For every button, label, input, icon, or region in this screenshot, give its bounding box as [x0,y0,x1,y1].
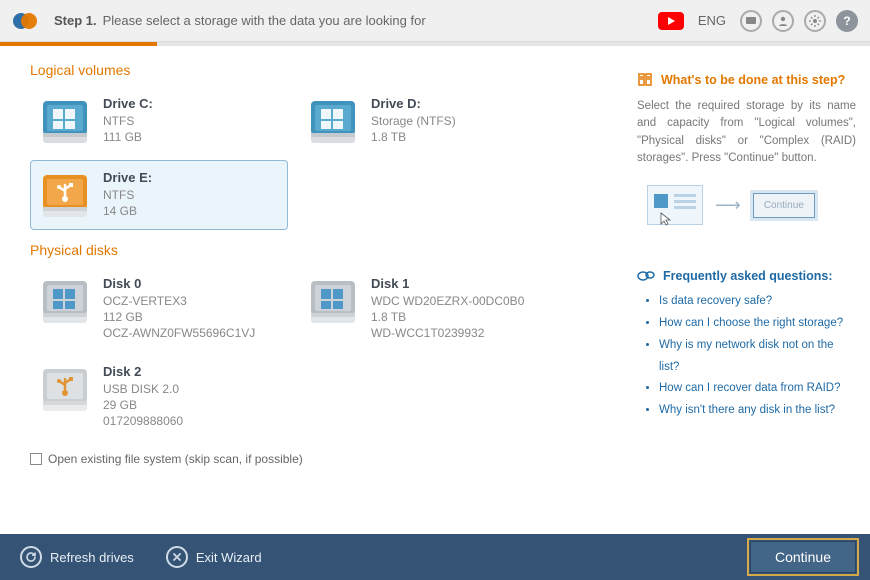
physical-disk-0[interactable]: Disk 0 OCZ-VERTEX3 112 GB OCZ-AWNZ0FW556… [30,266,288,350]
faq-link[interactable]: Why is my network disk not on the list? [659,335,856,379]
bottom-bar: Refresh drives Exit Wizard Continue [0,534,870,580]
disk-model: USB DISK 2.0 [103,381,183,397]
disk-serial: 017209888060 [103,413,183,429]
logical-volume-e[interactable]: Drive E: NTFS 14 GB [30,160,288,230]
disk-serial: OCZ-AWNZ0FW55696C1VJ [103,325,255,341]
physical-disk-2[interactable]: Disk 2 USB DISK 2.0 29 GB 017209888060 [30,354,288,438]
faq-link[interactable]: Is data recovery safe? [659,291,856,313]
settings-button[interactable] [804,10,826,32]
drive-fs: Storage (NTFS) [371,113,456,129]
help-heading: What's to be done at this step? [637,72,856,88]
faq-link[interactable]: Why isn't there any disk in the list? [659,400,856,422]
disk-serial: WD-WCC1T0239932 [371,325,524,341]
storage-panel: Logical volumes Drive C: NTFS 111 GB Dri… [0,46,632,534]
diagram-continue-badge: Continue [753,193,815,218]
step-number: Step 1. [54,13,97,28]
drive-title: Drive D: [371,95,456,113]
book-icon [637,72,653,88]
refresh-drives-button[interactable]: Refresh drives [14,542,140,572]
help-panel: What's to be done at this step? Select t… [632,46,870,534]
checkbox-icon [30,453,42,465]
faq-link[interactable]: How can I recover data from RAID? [659,378,856,400]
help-button[interactable]: ? [836,10,858,32]
exit-wizard-button[interactable]: Exit Wizard [160,542,268,572]
physical-disk-1[interactable]: Disk 1 WDC WD20EZRX-00DC0B0 1.8 TB WD-WC… [298,266,556,350]
logical-volume-c[interactable]: Drive C: NTFS 111 GB [30,86,288,156]
drive-size: 14 GB [103,203,152,219]
faq-link[interactable]: How can I choose the right storage? [659,313,856,335]
account-button[interactable] [772,10,794,32]
drive-title: Drive C: [103,95,153,113]
close-icon [166,546,188,568]
faq-heading: Frequently asked questions: [637,269,856,283]
logical-volume-d[interactable]: Drive D: Storage (NTFS) 1.8 TB [298,86,556,156]
drive-fs: NTFS [103,113,153,129]
skip-scan-checkbox[interactable]: Open existing file system (skip scan, if… [30,452,614,466]
hdd-icon [39,95,91,147]
drive-fs: NTFS [103,187,152,203]
disk-title: Disk 0 [103,275,255,293]
cursor-icon [660,212,674,226]
disk-model: WDC WD20EZRX-00DC0B0 [371,293,524,309]
youtube-button[interactable] [658,12,684,30]
refresh-icon [20,546,42,568]
faq-icon [637,269,655,283]
help-text: Select the required storage by its name … [637,98,856,167]
disk-size: 29 GB [103,397,183,413]
drive-title: Drive E: [103,169,152,187]
faq-list: Is data recovery safe? How can I choose … [637,291,856,422]
disk-size: 1.8 TB [371,309,524,325]
logical-volumes-heading: Logical volumes [30,62,614,78]
drive-size: 111 GB [103,129,153,145]
arrow-right-icon: ⟶ [715,195,741,216]
step-description: Please select a storage with the data yo… [103,13,426,28]
hdd-icon [39,275,91,327]
usb-icon [39,363,91,415]
continue-button[interactable]: Continue [750,541,856,573]
hdd-icon [307,95,359,147]
disk-model: OCZ-VERTEX3 [103,293,255,309]
usb-icon [39,169,91,221]
diagram-thumb-icon [647,185,703,225]
drive-size: 1.8 TB [371,129,456,145]
checkbox-label: Open existing file system (skip scan, if… [48,452,303,466]
feedback-button[interactable] [740,10,762,32]
disk-size: 112 GB [103,309,255,325]
disk-title: Disk 1 [371,275,524,293]
language-button[interactable]: ENG [694,13,730,28]
help-diagram: ⟶ Continue [647,185,856,225]
app-logo-icon [12,8,38,34]
disk-title: Disk 2 [103,363,183,381]
physical-disks-heading: Physical disks [30,242,614,258]
top-bar: Step 1. Please select a storage with the… [0,0,870,42]
hdd-icon [307,275,359,327]
